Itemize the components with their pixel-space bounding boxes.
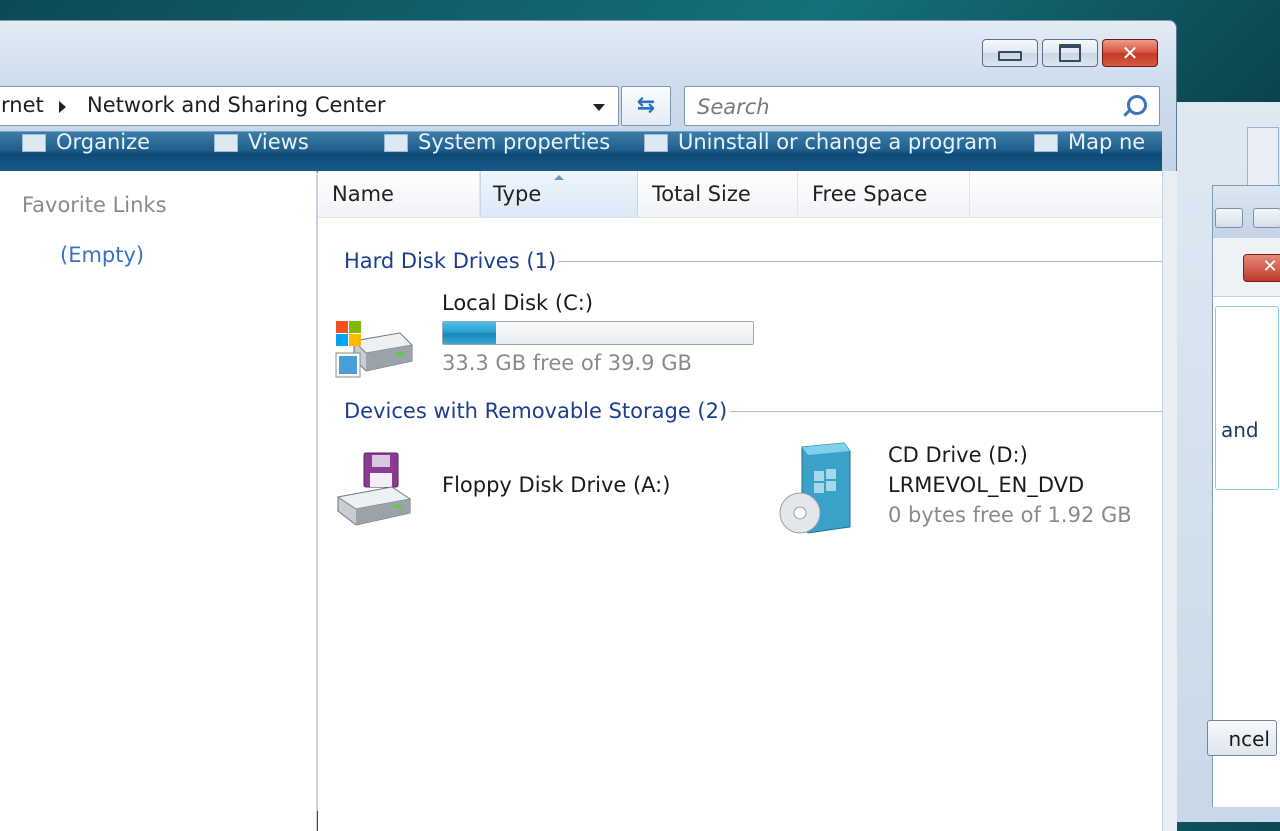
column-header: Name Type Total Size Free Space — [318, 171, 1162, 218]
refresh-button[interactable]: ⇆ — [621, 86, 671, 126]
close-button[interactable]: ✕ — [1102, 39, 1158, 67]
group-divider — [558, 261, 1162, 262]
background-close-button[interactable]: ✕ — [1243, 254, 1280, 282]
views-button[interactable]: Views — [214, 132, 309, 154]
search-input[interactable] — [695, 93, 1119, 121]
background-maximize-button[interactable] — [1253, 208, 1280, 228]
maximize-button[interactable] — [1042, 39, 1098, 67]
system-properties-button[interactable]: System properties — [384, 132, 610, 154]
column-name[interactable]: Name — [318, 171, 480, 217]
map-network-icon — [1034, 134, 1058, 152]
search-box[interactable] — [684, 86, 1160, 126]
column-total-size[interactable]: Total Size — [638, 171, 798, 217]
navigation-pane: Favorite Links (Empty) — [0, 171, 317, 831]
refresh-icon: ⇆ — [636, 93, 656, 118]
organize-icon — [22, 134, 46, 152]
group-header-hard-disks[interactable]: Hard Disk Drives (1) — [344, 249, 556, 273]
group-header-removable[interactable]: Devices with Removable Storage (2) — [344, 399, 727, 423]
cd-drive-free-space: 0 bytes free of 1.92 GB — [888, 503, 1132, 527]
column-free-space[interactable]: Free Space — [798, 171, 970, 217]
computer-window: ✕ rnet Network and Sharing Center ⇆ Orga… — [0, 20, 1177, 831]
uninstall-program-button[interactable]: Uninstall or change a program — [644, 132, 998, 154]
sort-ascending-icon — [554, 175, 564, 180]
address-bar[interactable]: rnet Network and Sharing Center — [0, 86, 619, 126]
minimize-button[interactable] — [982, 39, 1038, 67]
hard-disk-windows-icon[interactable] — [334, 319, 414, 379]
local-disk-free-space: 33.3 GB free of 39.9 GB — [442, 351, 692, 375]
vertical-scrollbar[interactable] — [1162, 171, 1177, 831]
maximize-icon — [1059, 44, 1081, 62]
favorite-links-empty: (Empty) — [60, 243, 145, 267]
favorite-links-heading: Favorite Links — [22, 193, 167, 217]
cd-volume-label: LRMEVOL_EN_DVD — [888, 473, 1085, 497]
views-icon — [214, 134, 238, 152]
cd-drive-label[interactable]: CD Drive (D:) — [888, 443, 1028, 467]
system-properties-icon — [384, 134, 408, 152]
search-icon[interactable] — [1127, 95, 1147, 115]
floppy-drive-label[interactable]: Floppy Disk Drive (A:) — [442, 473, 670, 497]
breadcrumb-item[interactable]: rnet — [1, 93, 44, 117]
breadcrumb-current[interactable]: Network and Sharing Center — [87, 93, 386, 117]
cancel-button[interactable]: ncel — [1207, 720, 1277, 756]
background-dialog: ✕ and ncel — [1207, 185, 1280, 807]
cd-drive-icon[interactable] — [778, 441, 858, 535]
minimize-icon — [998, 51, 1022, 61]
capacity-bar — [442, 321, 754, 345]
floppy-drive-icon[interactable] — [334, 449, 414, 529]
background-dialog-panel — [1215, 306, 1279, 490]
uninstall-icon — [644, 134, 668, 152]
close-icon: ✕ — [1121, 41, 1139, 65]
breadcrumb-separator-icon[interactable] — [59, 101, 66, 113]
capacity-bar-fill — [443, 322, 496, 344]
local-disk-label[interactable]: Local Disk (C:) — [442, 291, 593, 315]
background-minimize-button[interactable] — [1215, 208, 1243, 228]
file-list-pane: Name Type Total Size Free Space Hard Dis… — [318, 171, 1162, 831]
group-divider — [730, 411, 1162, 412]
organize-button[interactable]: Organize — [22, 132, 150, 154]
command-bar: Organize Views System properties Uninsta… — [0, 131, 1162, 172]
address-dropdown-icon[interactable] — [593, 104, 605, 111]
map-network-drive-button[interactable]: Map ne — [1034, 132, 1145, 154]
background-dialog-text: and — [1221, 418, 1259, 442]
